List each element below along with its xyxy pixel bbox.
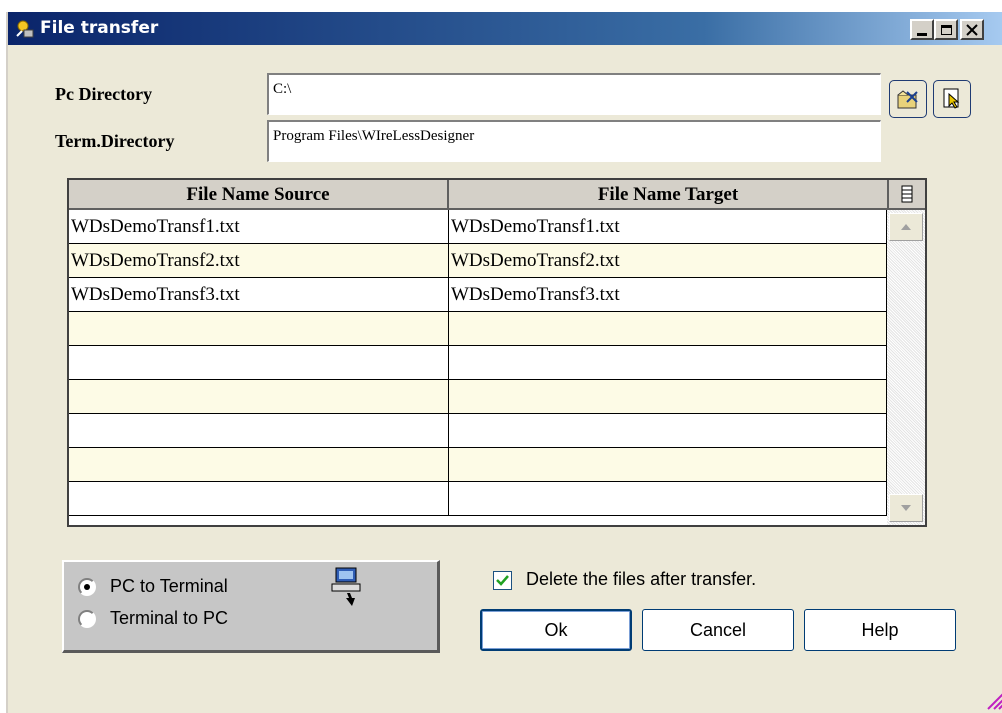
- cell-target[interactable]: [449, 482, 887, 516]
- cell-source[interactable]: WDsDemoTransf1.txt: [69, 210, 449, 244]
- select-file-icon: [943, 88, 960, 109]
- radio-terminal-to-pc[interactable]: [78, 610, 96, 628]
- table-row[interactable]: [69, 346, 887, 380]
- cell-source[interactable]: [69, 448, 449, 482]
- cell-target[interactable]: WDsDemoTransf3.txt: [449, 278, 887, 312]
- cell-target[interactable]: WDsDemoTransf1.txt: [449, 210, 887, 244]
- file-transfer-dialog: File transfer Pc Directory C:\ Term.Dire…: [6, 12, 1002, 713]
- direction-group: PC to Terminal Terminal to PC: [62, 560, 440, 653]
- table-row[interactable]: WDsDemoTransf3.txt WDsDemoTransf3.txt: [69, 278, 887, 312]
- cell-source[interactable]: [69, 312, 449, 346]
- maximize-icon: [940, 24, 952, 35]
- select-file-button[interactable]: [933, 80, 971, 118]
- window-title: File transfer: [40, 18, 159, 38]
- radio-label-pc-to-terminal[interactable]: PC to Terminal: [110, 576, 228, 597]
- cell-target[interactable]: [449, 312, 887, 346]
- radio-dot: [84, 584, 90, 590]
- cancel-button[interactable]: Cancel: [642, 609, 794, 651]
- file-grid[interactable]: File Name Source File Name Target WDsDem…: [67, 178, 927, 527]
- delete-after-checkbox[interactable]: [493, 571, 512, 590]
- column-header-target[interactable]: File Name Target: [449, 180, 889, 210]
- table-row[interactable]: [69, 482, 887, 516]
- column-chooser-button[interactable]: [889, 180, 925, 210]
- column-header-source[interactable]: File Name Source: [69, 180, 449, 210]
- maximize-button[interactable]: [934, 19, 958, 40]
- checkmark-icon: [496, 575, 509, 586]
- cell-source[interactable]: [69, 346, 449, 380]
- term-directory-label: Term.Directory: [55, 131, 175, 151]
- app-icon: [16, 20, 34, 38]
- close-button[interactable]: [960, 19, 984, 40]
- resize-grip-icon[interactable]: [984, 690, 1002, 710]
- scroll-down-button[interactable]: [889, 494, 923, 522]
- cell-source[interactable]: WDsDemoTransf3.txt: [69, 278, 449, 312]
- ok-button[interactable]: Ok: [480, 609, 632, 651]
- title-bar[interactable]: File transfer: [8, 12, 1002, 45]
- cell-source[interactable]: [69, 414, 449, 448]
- radio-pc-to-terminal[interactable]: [78, 578, 96, 596]
- radio-label-terminal-to-pc[interactable]: Terminal to PC: [110, 608, 228, 629]
- close-icon: [966, 23, 978, 36]
- cell-source[interactable]: [69, 380, 449, 414]
- cell-source[interactable]: WDsDemoTransf2.txt: [69, 244, 449, 278]
- pc-directory-field[interactable]: C:\: [267, 73, 881, 115]
- minimize-icon: [917, 32, 927, 36]
- delete-after-label[interactable]: Delete the files after transfer.: [526, 569, 756, 590]
- pc-directory-label: Pc Directory: [55, 84, 153, 104]
- scroll-up-button[interactable]: [889, 213, 923, 241]
- table-row[interactable]: WDsDemoTransf2.txt WDsDemoTransf2.txt: [69, 244, 887, 278]
- term-directory-field[interactable]: Program Files\WIreLessDesigner: [267, 120, 881, 162]
- arrow-down-icon: [901, 505, 911, 511]
- help-button[interactable]: Help: [804, 609, 956, 651]
- minimize-button[interactable]: [910, 19, 934, 40]
- cell-target[interactable]: WDsDemoTransf2.txt: [449, 244, 887, 278]
- arrow-up-icon: [901, 224, 911, 230]
- table-row[interactable]: [69, 312, 887, 346]
- transfer-direction-icon: [331, 567, 361, 606]
- cell-target[interactable]: [449, 414, 887, 448]
- cell-target[interactable]: [449, 448, 887, 482]
- cell-source[interactable]: [69, 482, 449, 516]
- column-chooser-icon: [901, 185, 913, 203]
- browse-folder-icon: [897, 90, 918, 109]
- table-row[interactable]: [69, 380, 887, 414]
- browse-folder-button[interactable]: [889, 80, 927, 118]
- table-row[interactable]: WDsDemoTransf1.txt WDsDemoTransf1.txt: [69, 210, 887, 244]
- table-row[interactable]: [69, 414, 887, 448]
- cell-target[interactable]: [449, 346, 887, 380]
- vertical-scrollbar[interactable]: [887, 210, 925, 525]
- table-row[interactable]: [69, 448, 887, 482]
- cell-target[interactable]: [449, 380, 887, 414]
